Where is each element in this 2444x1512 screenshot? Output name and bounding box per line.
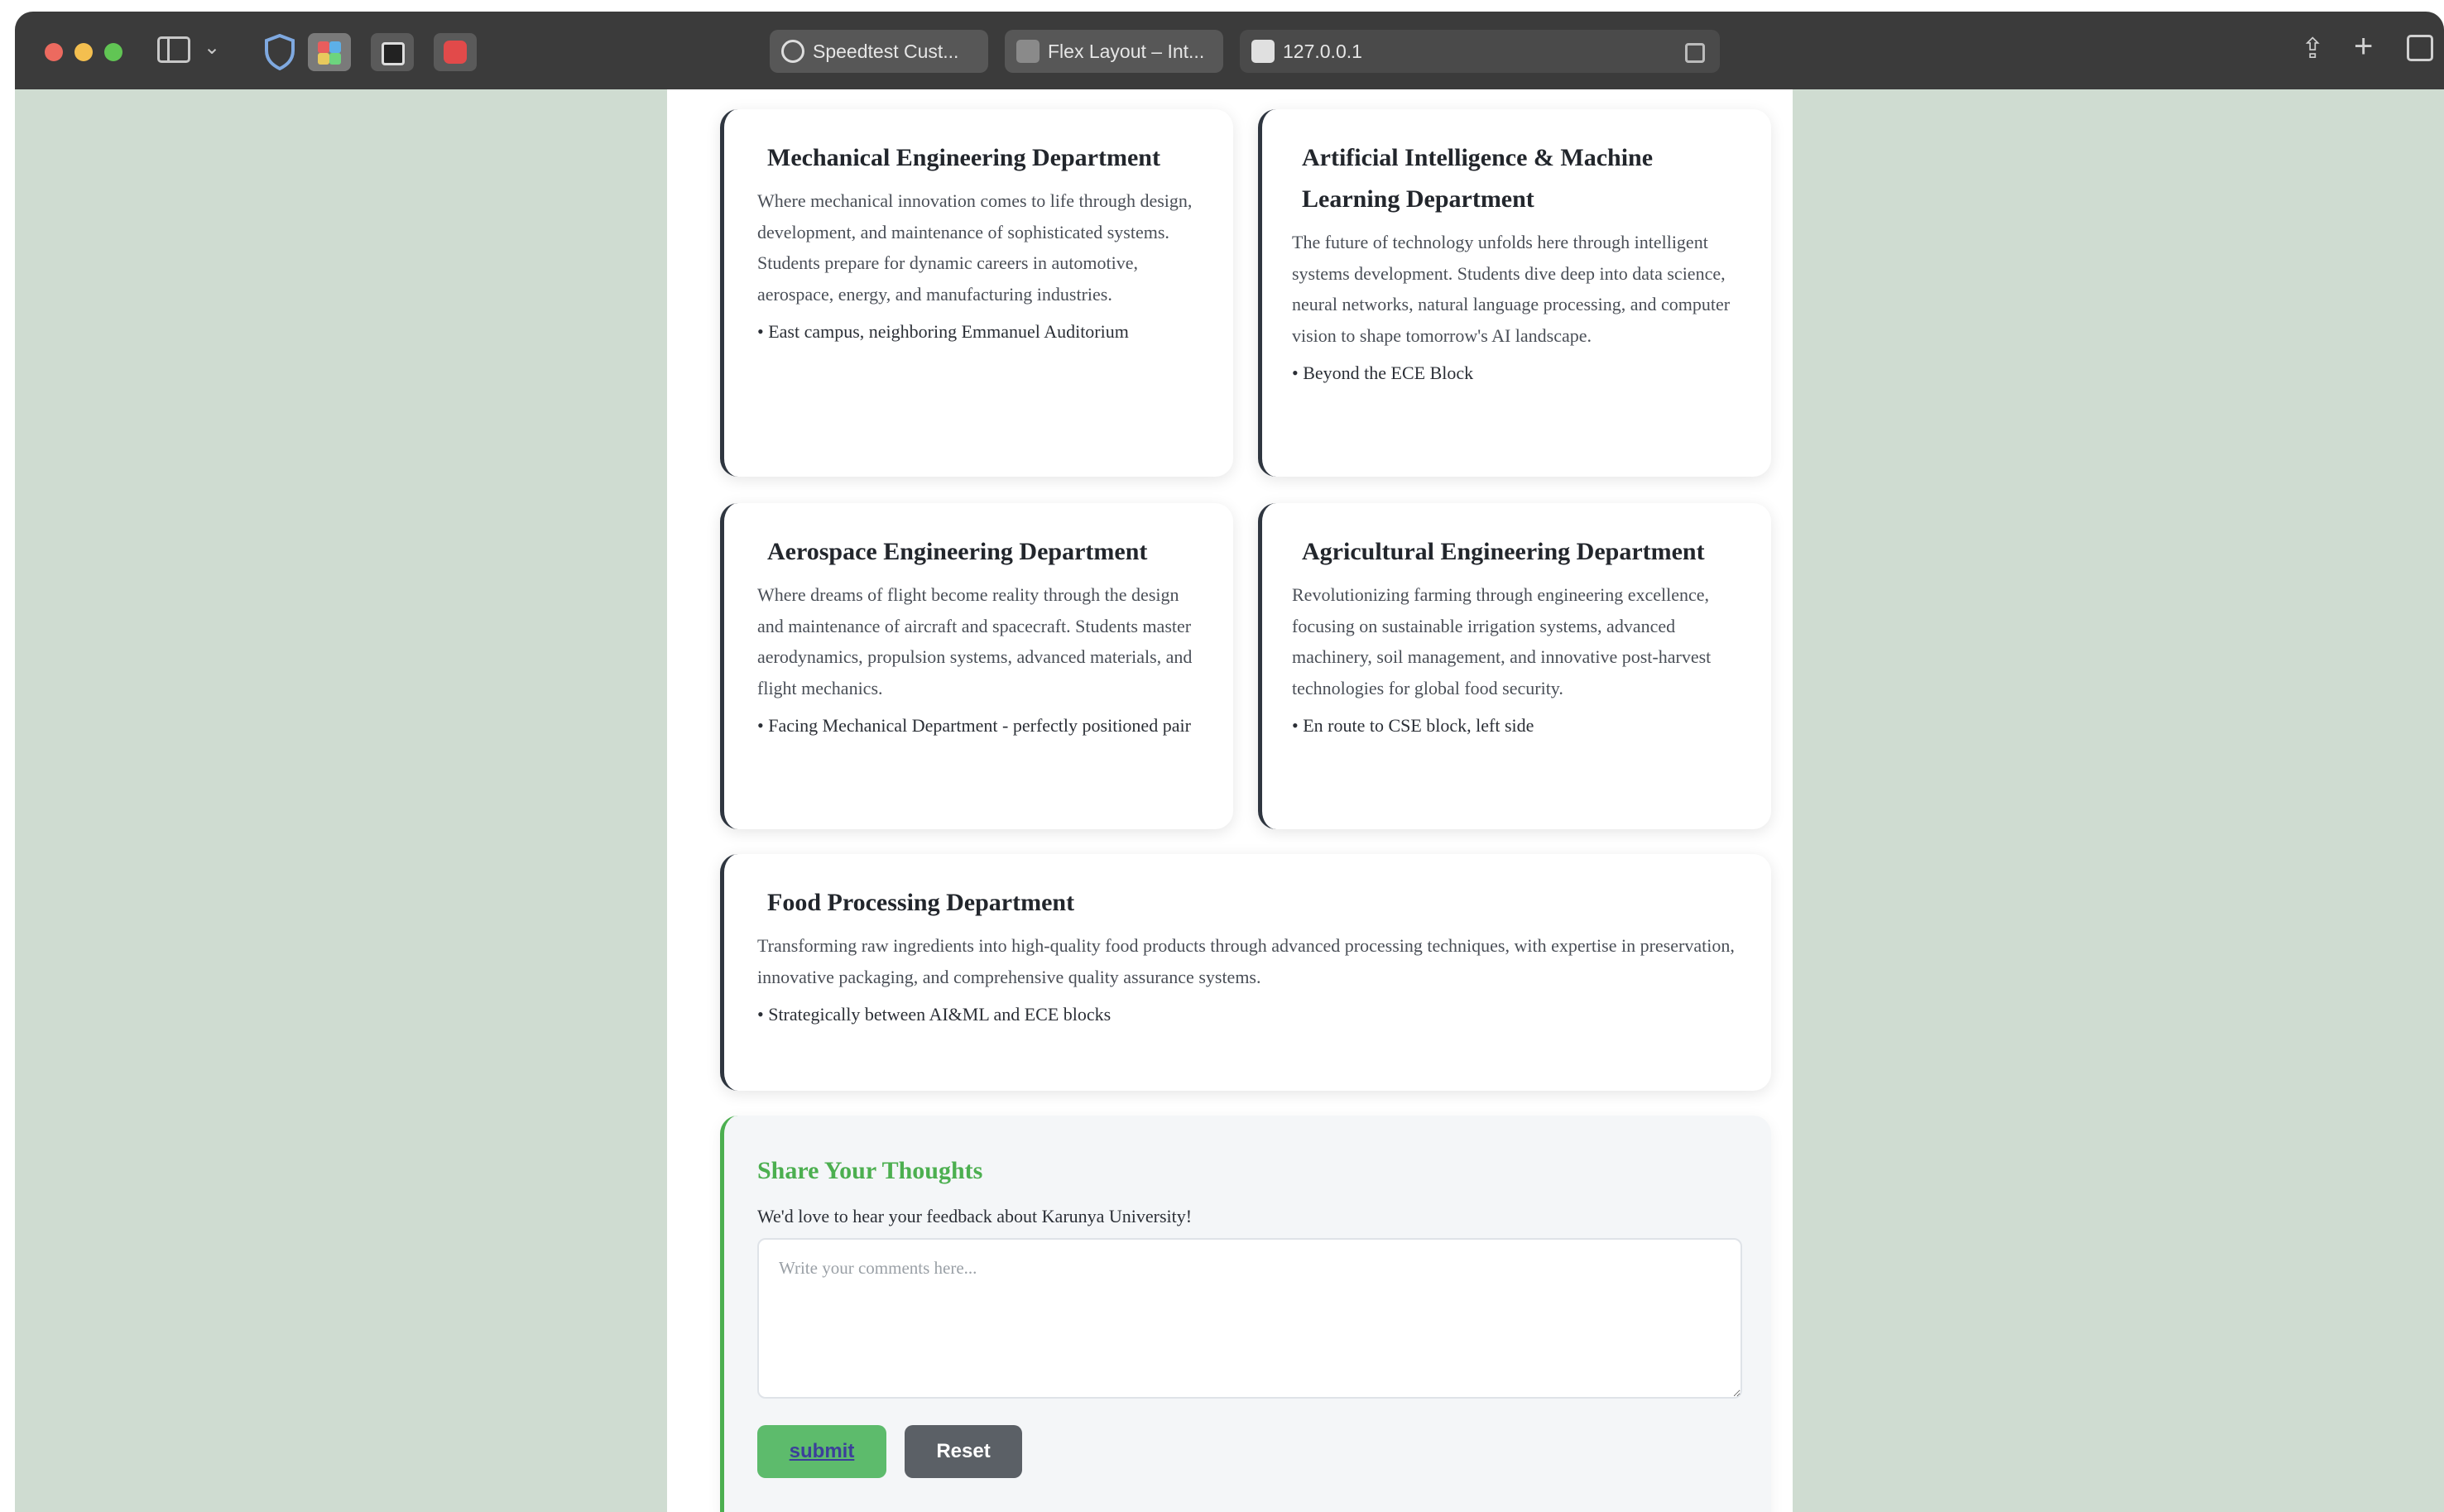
color-extension-icon[interactable] [308, 33, 351, 71]
feedback-intro: We'd love to hear your feedback about Ka… [757, 1206, 1193, 1226]
feedback-form: Share Your Thoughts We'd love to hear yo… [720, 1116, 1771, 1512]
tab-speedtest[interactable]: Speedtest Cust... [770, 30, 988, 73]
tab-label: Flex Layout – Int... [1048, 41, 1205, 62]
page-icon [1016, 40, 1040, 63]
shield-extension-icon[interactable] [258, 33, 301, 71]
department-title: Food Processing Department [767, 889, 1075, 916]
feedback-title: Share Your Thoughts [757, 1157, 983, 1184]
department-description: Transforming raw ingredients into high-q… [757, 935, 1735, 987]
tab-localhost[interactable]: 127.0.0.1 [1240, 30, 1720, 73]
department-card: Agricultural Engineering Department Revo… [1258, 503, 1771, 829]
minimize-window-icon[interactable] [74, 43, 93, 61]
reset-button[interactable]: Reset [905, 1425, 1022, 1478]
close-window-icon[interactable] [45, 43, 63, 61]
department-location: • En route to CSE block, left side [1292, 715, 1534, 737]
department-location: • Facing Mechanical Department - perfect… [757, 715, 1191, 737]
submit-button[interactable]: submit [757, 1425, 886, 1478]
tab-label: Speedtest Cust... [813, 41, 959, 62]
record-extension-icon[interactable] [434, 33, 477, 71]
comments-input[interactable] [757, 1238, 1742, 1399]
tab-overview-icon[interactable] [2407, 35, 2433, 66]
share-icon[interactable]: ⇪ [2301, 35, 2325, 63]
department-location: • East campus, neighboring Emmanuel Audi… [757, 321, 1129, 343]
department-description: The future of technology unfolds here th… [1292, 232, 1731, 346]
department-location: • Strategically between AI&ML and ECE bl… [757, 1004, 1112, 1025]
screenshot-extension-icon[interactable] [371, 33, 414, 71]
speedometer-icon [781, 40, 804, 63]
browser-titlebar: ⌄ Speedtest Cust... Flex Layout – Int...… [15, 12, 2444, 89]
tab-label: 127.0.0.1 [1283, 41, 1362, 62]
new-tab-icon[interactable]: + [2354, 30, 2373, 63]
department-title: Mechanical Engineering Department [767, 144, 1160, 171]
server-icon [1685, 43, 1705, 63]
department-description: Revolutionizing farming through engineer… [1292, 584, 1712, 698]
shield-icon [265, 33, 295, 71]
department-title: Artificial Intelligence & Machine Learni… [1302, 144, 1654, 213]
department-title: Agricultural Engineering Department [1302, 538, 1705, 565]
tab-flex-layout[interactable]: Flex Layout – Int... [1005, 30, 1223, 73]
sidebar-toggle-icon[interactable] [157, 36, 190, 63]
page-icon [1251, 40, 1275, 63]
maximize-window-icon[interactable] [104, 43, 122, 61]
form-actions: submit Reset [757, 1425, 1738, 1478]
chevron-down-icon[interactable]: ⌄ [204, 38, 220, 58]
department-location: • Beyond the ECE Block [1292, 362, 1474, 384]
department-card: Mechanical Engineering Department Where … [720, 109, 1233, 477]
browser-window: ⌄ Speedtest Cust... Flex Layout – Int...… [15, 12, 2444, 1512]
page-content: Mechanical Engineering Department Where … [667, 89, 1793, 1512]
department-card: Food Processing Department Transforming … [720, 854, 1771, 1091]
department-title: Aerospace Engineering Department [767, 538, 1148, 565]
department-description: Where dreams of flight become reality th… [757, 584, 1193, 698]
department-card: Artificial Intelligence & Machine Learni… [1258, 109, 1771, 477]
department-description: Where mechanical innovation comes to lif… [757, 190, 1193, 305]
department-card: Aerospace Engineering Department Where d… [720, 503, 1233, 829]
